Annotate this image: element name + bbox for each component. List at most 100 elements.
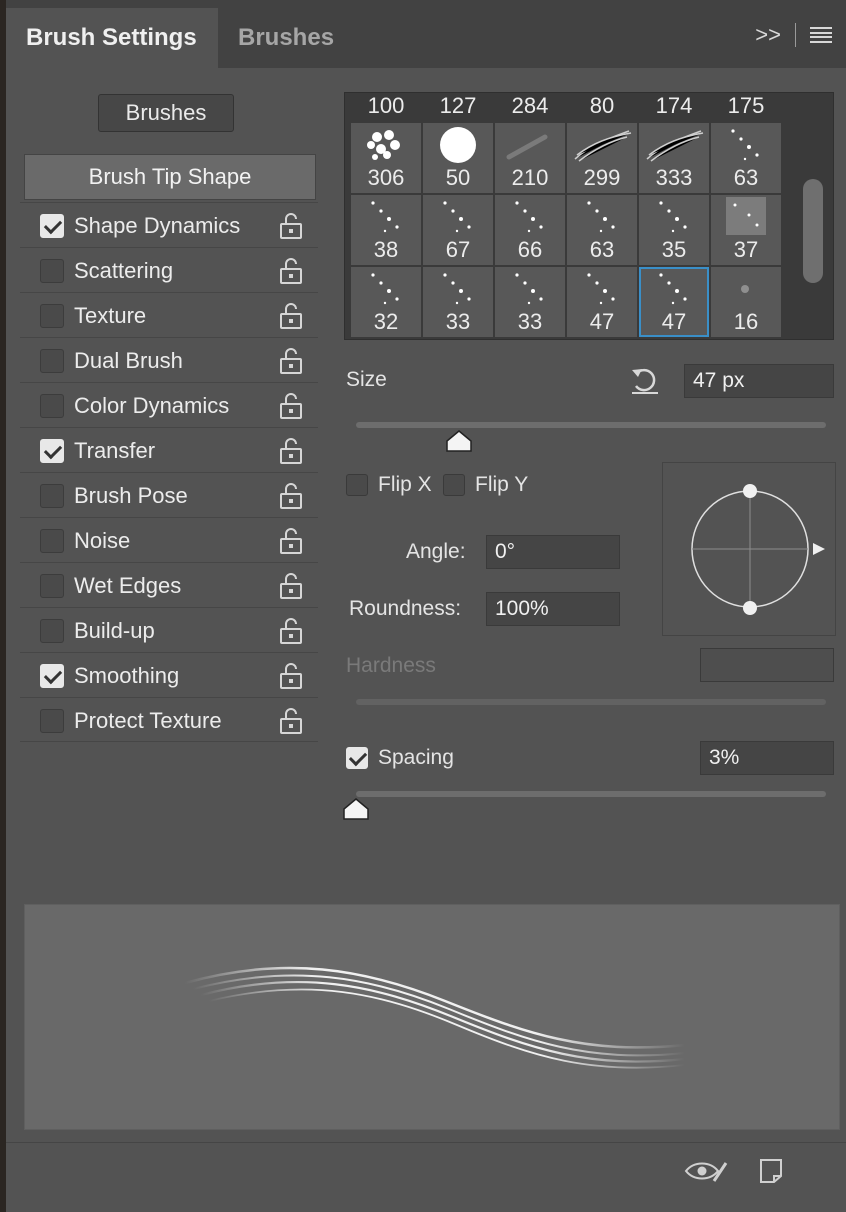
- brush-size-label: 63: [589, 237, 615, 262]
- option-noise[interactable]: Noise: [20, 517, 318, 562]
- option-checkbox[interactable]: [40, 574, 64, 598]
- collapse-panels-icon[interactable]: >>: [755, 22, 781, 48]
- grid-scroll-thumb[interactable]: [803, 179, 823, 283]
- lock-icon[interactable]: [278, 617, 304, 645]
- flip-x-checkbox[interactable]: [346, 474, 368, 496]
- lock-icon[interactable]: [278, 482, 304, 510]
- brush-tip-preset[interactable]: 306: [351, 123, 421, 193]
- toggle-preview-icon[interactable]: [684, 1157, 730, 1185]
- option-smoothing[interactable]: Smoothing: [20, 652, 318, 697]
- brush-tip-preset[interactable]: 50: [423, 123, 493, 193]
- tab-brush-settings[interactable]: Brush Settings: [6, 8, 218, 68]
- brush-size-label: 32: [373, 309, 399, 334]
- option-brush-pose[interactable]: Brush Pose: [20, 472, 318, 517]
- option-build-up[interactable]: Build-up: [20, 607, 318, 652]
- option-label: Smoothing: [74, 663, 180, 688]
- option-checkbox[interactable]: [40, 619, 64, 643]
- brush-tip-thumbnail-icon: [659, 273, 687, 305]
- option-checkbox[interactable]: [40, 259, 64, 283]
- brush-tip-preset[interactable]: 47: [639, 267, 709, 337]
- lock-icon[interactable]: [278, 572, 304, 600]
- brush-tip-preset[interactable]: 210: [495, 123, 565, 193]
- lock-icon[interactable]: [278, 392, 304, 420]
- lock-icon[interactable]: [278, 212, 304, 240]
- tab-brushes[interactable]: Brushes: [218, 8, 354, 68]
- spacing-field[interactable]: 3%: [700, 741, 834, 775]
- brush-tip-preset[interactable]: 66: [495, 195, 565, 265]
- brush-tip-preset[interactable]: 67: [423, 195, 493, 265]
- angle-roundness-widget[interactable]: [662, 462, 836, 636]
- option-checkbox[interactable]: [40, 349, 64, 373]
- spacing-slider-thumb[interactable]: [343, 798, 369, 820]
- option-label: Brush Pose: [74, 483, 188, 508]
- brush-size-label: 47: [661, 309, 687, 334]
- brush-size-label: 63: [733, 165, 759, 190]
- brush-tip-preset[interactable]: 47: [567, 267, 637, 337]
- grid-scrollbar[interactable]: [801, 93, 825, 339]
- option-scattering[interactable]: Scattering: [20, 247, 318, 292]
- option-dual-brush[interactable]: Dual Brush: [20, 337, 318, 382]
- brush-tip-preset[interactable]: 32: [351, 267, 421, 337]
- option-wet-edges[interactable]: Wet Edges: [20, 562, 318, 607]
- lock-icon[interactable]: [278, 437, 304, 465]
- brush-tip-preset[interactable]: 63: [711, 123, 781, 193]
- brush-tip-preset[interactable]: 63: [567, 195, 637, 265]
- brush-tip-thumbnail-icon: [659, 201, 687, 233]
- size-slider-thumb[interactable]: [446, 430, 473, 452]
- option-label: Scattering: [74, 258, 174, 283]
- angle-field[interactable]: 0°: [486, 535, 620, 569]
- brush-size-label: 175: [727, 93, 765, 118]
- option-checkbox[interactable]: [40, 304, 64, 328]
- option-checkbox[interactable]: [40, 484, 64, 508]
- brush-size-label: 100: [367, 93, 405, 118]
- brush-settings-panel: Brush Settings Brushes >> Brushes Brush …: [0, 0, 846, 1212]
- option-shape-dynamics[interactable]: Shape Dynamics: [20, 202, 318, 247]
- lock-icon[interactable]: [278, 257, 304, 285]
- brush-size-label: 210: [511, 165, 549, 190]
- lock-icon[interactable]: [278, 347, 304, 375]
- brush-tip-preset[interactable]: 33: [495, 267, 565, 337]
- brush-tip-preset[interactable]: 299: [567, 123, 637, 193]
- brush-tip-shape-item[interactable]: Brush Tip Shape: [24, 154, 316, 200]
- option-checkbox[interactable]: [40, 394, 64, 418]
- create-new-brush-icon[interactable]: [758, 1157, 786, 1185]
- brush-size-label: 50: [445, 165, 471, 190]
- brushes-button[interactable]: Brushes: [98, 94, 234, 132]
- brush-tip-preset[interactable]: 35: [639, 195, 709, 265]
- lock-icon[interactable]: [278, 662, 304, 690]
- option-checkbox[interactable]: [40, 214, 64, 238]
- brush-tip-preset[interactable]: 37: [711, 195, 781, 265]
- flip-y-checkbox[interactable]: [443, 474, 465, 496]
- option-checkbox[interactable]: [40, 529, 64, 553]
- option-checkbox[interactable]: [40, 439, 64, 463]
- brush-tip-preset[interactable]: 16: [711, 267, 781, 337]
- angle-wheel-icon[interactable]: [663, 463, 837, 637]
- option-transfer[interactable]: Transfer: [20, 427, 318, 472]
- size-label: Size: [346, 368, 387, 391]
- brush-size-label: 35: [661, 237, 687, 262]
- brush-tip-preset[interactable]: 38: [351, 195, 421, 265]
- panel-menu-icon[interactable]: [810, 27, 832, 43]
- brush-tip-thumbnail-icon: [741, 285, 749, 293]
- option-protect-texture[interactable]: Protect Texture: [20, 697, 318, 742]
- option-label: Wet Edges: [74, 573, 182, 598]
- spacing-slider[interactable]: [356, 791, 826, 797]
- size-field[interactable]: 47 px: [684, 364, 834, 398]
- lock-icon[interactable]: [278, 527, 304, 555]
- option-color-dynamics[interactable]: Color Dynamics: [20, 382, 318, 427]
- brush-tip-preset[interactable]: 33: [423, 267, 493, 337]
- option-texture[interactable]: Texture: [20, 292, 318, 337]
- lock-icon[interactable]: [278, 707, 304, 735]
- roundness-field[interactable]: 100%: [486, 592, 620, 626]
- reset-size-icon[interactable]: [628, 364, 662, 396]
- divider: [795, 23, 796, 47]
- brush-tip-thumbnail-icon: [587, 273, 615, 305]
- spacing-checkbox[interactable]: [346, 747, 368, 769]
- option-checkbox[interactable]: [40, 709, 64, 733]
- option-label: Protect Texture: [74, 708, 222, 733]
- lock-icon[interactable]: [278, 302, 304, 330]
- brush-tip-preset[interactable]: 333: [639, 123, 709, 193]
- option-checkbox[interactable]: [40, 664, 64, 688]
- brush-tip-thumbnail-icon: [506, 134, 548, 160]
- size-slider[interactable]: [356, 422, 826, 428]
